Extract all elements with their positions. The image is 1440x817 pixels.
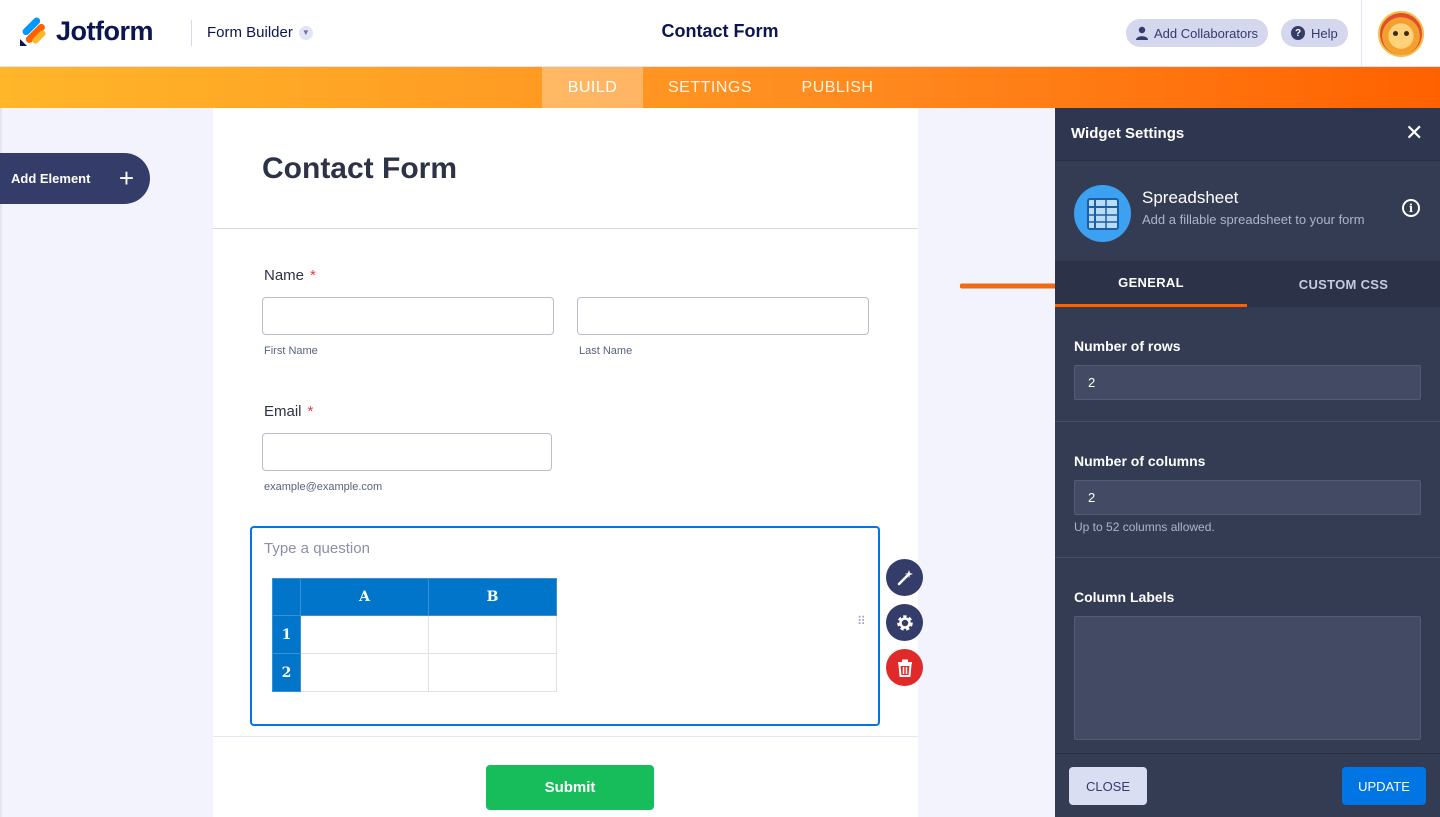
user-icon bbox=[1136, 26, 1148, 40]
help-label: Help bbox=[1311, 25, 1338, 41]
column-header: A bbox=[300, 578, 429, 616]
tab-settings[interactable]: SETTINGS bbox=[660, 67, 760, 108]
tab-general[interactable]: GENERAL bbox=[1055, 261, 1247, 307]
properties-button[interactable] bbox=[886, 604, 923, 641]
tab-publish[interactable]: PUBLISH bbox=[790, 67, 885, 108]
rows-input[interactable]: 2 bbox=[1074, 365, 1421, 400]
email-input[interactable] bbox=[262, 433, 552, 471]
submit-divider bbox=[213, 736, 918, 737]
help-button[interactable]: ? Help bbox=[1281, 19, 1348, 47]
required-mark: * bbox=[310, 267, 316, 284]
email-sublabel: example@example.com bbox=[264, 481, 383, 493]
panel-title: Widget Settings bbox=[1071, 125, 1185, 142]
plus-icon: + bbox=[118, 163, 134, 193]
columns-label: Number of columns bbox=[1074, 453, 1206, 469]
canvas-left-edge bbox=[0, 108, 2, 817]
spreadsheet-widget-icon bbox=[1074, 185, 1131, 242]
close-icon[interactable]: ✕ bbox=[1405, 122, 1423, 144]
column-labels-textarea[interactable] bbox=[1074, 616, 1421, 740]
panel-header: Widget Settings ✕ bbox=[1055, 108, 1440, 161]
columns-section: Number of columns 2 Up to 52 columns all… bbox=[1055, 422, 1440, 558]
question-placeholder[interactable]: Type a question bbox=[264, 540, 370, 557]
spreadsheet-cell[interactable] bbox=[428, 615, 557, 654]
last-name-sublabel: Last Name bbox=[579, 345, 633, 357]
form-title-divider bbox=[213, 228, 918, 229]
email-label-text: Email bbox=[264, 403, 302, 420]
wand-button[interactable] bbox=[886, 559, 923, 596]
delete-button[interactable] bbox=[886, 649, 923, 686]
add-element-label: Add Element bbox=[11, 171, 91, 186]
add-element-button[interactable]: Add Element + bbox=[0, 153, 150, 204]
user-menu[interactable] bbox=[1361, 0, 1440, 67]
panel-footer: CLOSE UPDATE bbox=[1055, 753, 1440, 817]
columns-input[interactable]: 2 bbox=[1074, 480, 1421, 515]
info-icon[interactable]: i bbox=[1402, 199, 1420, 217]
spreadsheet-corner bbox=[272, 578, 301, 616]
first-name-input[interactable] bbox=[262, 297, 554, 335]
builder-nav: BUILD SETTINGS PUBLISH bbox=[0, 67, 1440, 108]
spreadsheet-cell[interactable] bbox=[428, 653, 557, 692]
top-header: Jotform Form Builder ▼ Contact Form Add … bbox=[0, 0, 1440, 67]
form-builder-label: Form Builder bbox=[207, 24, 293, 41]
jotform-logo[interactable]: Jotform bbox=[18, 16, 154, 47]
gear-icon bbox=[896, 614, 913, 631]
widget-name: Spreadsheet bbox=[1142, 188, 1239, 207]
add-collaborators-label: Add Collaborators bbox=[1154, 25, 1259, 41]
widget-settings-panel: Widget Settings ✕ Spreadsheet Add a fill… bbox=[1055, 108, 1440, 817]
tab-custom-css[interactable]: CUSTOM CSS bbox=[1247, 261, 1440, 307]
close-button[interactable]: CLOSE bbox=[1069, 767, 1147, 805]
spreadsheet-cell[interactable] bbox=[300, 615, 429, 654]
column-header: B bbox=[428, 578, 557, 616]
widget-description: Add a fillable spreadsheet to your form bbox=[1142, 212, 1365, 227]
chevron-down-icon: ▼ bbox=[298, 25, 313, 40]
update-button[interactable]: UPDATE bbox=[1342, 767, 1426, 805]
tab-build[interactable]: BUILD bbox=[542, 67, 643, 108]
submit-button[interactable]: Submit bbox=[486, 765, 654, 810]
jotform-logo-icon bbox=[20, 17, 46, 46]
first-name-sublabel: First Name bbox=[264, 345, 318, 357]
form-title[interactable]: Contact Form bbox=[262, 152, 457, 186]
add-collaborators-button[interactable]: Add Collaborators bbox=[1126, 19, 1269, 47]
brand-name: Jotform bbox=[56, 16, 154, 46]
required-mark: * bbox=[307, 403, 314, 420]
column-labels-label: Column Labels bbox=[1074, 589, 1175, 605]
rows-section: Number of rows 2 bbox=[1055, 307, 1440, 422]
avatar[interactable] bbox=[1378, 10, 1424, 57]
form-card: Contact Form Name * First Name Last Name … bbox=[213, 108, 918, 817]
name-label-text: Name bbox=[264, 267, 305, 284]
row-header: 1 bbox=[272, 615, 301, 654]
email-label[interactable]: Email * bbox=[264, 403, 313, 420]
name-label[interactable]: Name * bbox=[264, 267, 316, 284]
rows-label: Number of rows bbox=[1074, 338, 1181, 354]
spreadsheet-table: A B 1 2 bbox=[272, 578, 557, 692]
magic-wand-icon bbox=[897, 569, 913, 585]
spreadsheet-cell[interactable] bbox=[300, 653, 429, 692]
help-icon: ? bbox=[1291, 26, 1305, 40]
form-builder-menu[interactable]: Form Builder ▼ bbox=[207, 24, 313, 41]
row-header: 2 bbox=[272, 653, 301, 692]
spreadsheet-widget[interactable]: Type a question A B 1 2 bbox=[250, 526, 880, 726]
columns-hint: Up to 52 columns allowed. bbox=[1074, 520, 1215, 534]
panel-tabs: GENERAL CUSTOM CSS bbox=[1055, 261, 1440, 307]
header-divider bbox=[191, 20, 192, 46]
column-labels-section: Column Labels bbox=[1055, 558, 1440, 753]
trash-icon bbox=[897, 659, 912, 677]
drag-handle-icon[interactable]: ⠿ bbox=[857, 615, 867, 627]
last-name-input[interactable] bbox=[577, 297, 869, 335]
